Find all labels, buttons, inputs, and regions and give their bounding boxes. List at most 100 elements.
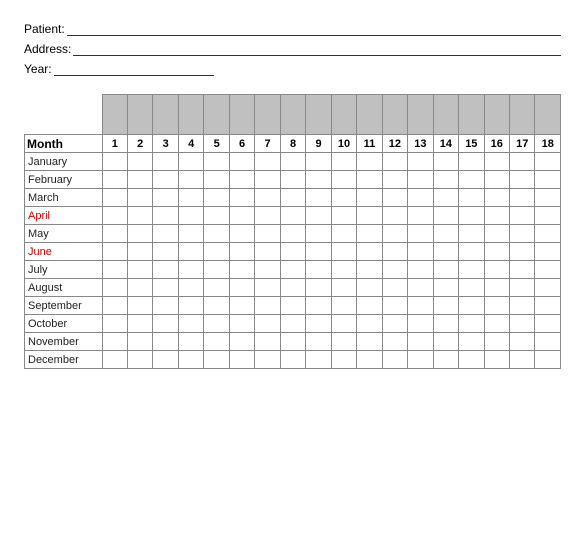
cell-october-1[interactable] — [102, 315, 127, 333]
cell-november-4[interactable] — [178, 333, 203, 351]
cell-december-10[interactable] — [331, 351, 356, 369]
cell-november-12[interactable] — [382, 333, 407, 351]
cell-november-13[interactable] — [408, 333, 433, 351]
cell-august-12[interactable] — [382, 279, 407, 297]
cell-october-5[interactable] — [204, 315, 229, 333]
cell-june-7[interactable] — [255, 243, 280, 261]
cell-june-6[interactable] — [229, 243, 254, 261]
cell-march-14[interactable] — [433, 189, 458, 207]
cell-september-13[interactable] — [408, 297, 433, 315]
cell-september-15[interactable] — [459, 297, 484, 315]
cell-january-2[interactable] — [127, 153, 152, 171]
cell-may-15[interactable] — [459, 225, 484, 243]
cell-september-3[interactable] — [153, 297, 178, 315]
cell-september-9[interactable] — [306, 297, 331, 315]
cell-january-8[interactable] — [280, 153, 305, 171]
cell-august-11[interactable] — [357, 279, 382, 297]
address-input[interactable] — [73, 40, 561, 56]
cell-january-5[interactable] — [204, 153, 229, 171]
cell-august-5[interactable] — [204, 279, 229, 297]
cell-july-18[interactable] — [535, 261, 561, 279]
cell-march-17[interactable] — [510, 189, 535, 207]
cell-june-15[interactable] — [459, 243, 484, 261]
cell-june-9[interactable] — [306, 243, 331, 261]
cell-may-7[interactable] — [255, 225, 280, 243]
cell-june-4[interactable] — [178, 243, 203, 261]
cell-october-3[interactable] — [153, 315, 178, 333]
cell-february-13[interactable] — [408, 171, 433, 189]
cell-september-12[interactable] — [382, 297, 407, 315]
cell-september-6[interactable] — [229, 297, 254, 315]
cell-december-18[interactable] — [535, 351, 561, 369]
cell-february-5[interactable] — [204, 171, 229, 189]
cell-july-6[interactable] — [229, 261, 254, 279]
cell-april-12[interactable] — [382, 207, 407, 225]
cell-april-17[interactable] — [510, 207, 535, 225]
cell-september-14[interactable] — [433, 297, 458, 315]
cell-july-7[interactable] — [255, 261, 280, 279]
cell-march-5[interactable] — [204, 189, 229, 207]
cell-march-13[interactable] — [408, 189, 433, 207]
cell-january-14[interactable] — [433, 153, 458, 171]
cell-may-2[interactable] — [127, 225, 152, 243]
cell-september-16[interactable] — [484, 297, 509, 315]
cell-march-12[interactable] — [382, 189, 407, 207]
cell-july-12[interactable] — [382, 261, 407, 279]
cell-november-2[interactable] — [127, 333, 152, 351]
cell-july-16[interactable] — [484, 261, 509, 279]
cell-april-6[interactable] — [229, 207, 254, 225]
cell-november-9[interactable] — [306, 333, 331, 351]
cell-july-17[interactable] — [510, 261, 535, 279]
cell-october-17[interactable] — [510, 315, 535, 333]
cell-september-2[interactable] — [127, 297, 152, 315]
cell-june-18[interactable] — [535, 243, 561, 261]
cell-april-18[interactable] — [535, 207, 561, 225]
cell-september-10[interactable] — [331, 297, 356, 315]
cell-june-3[interactable] — [153, 243, 178, 261]
cell-september-18[interactable] — [535, 297, 561, 315]
cell-october-12[interactable] — [382, 315, 407, 333]
cell-may-5[interactable] — [204, 225, 229, 243]
cell-december-1[interactable] — [102, 351, 127, 369]
cell-july-15[interactable] — [459, 261, 484, 279]
cell-july-2[interactable] — [127, 261, 152, 279]
cell-june-16[interactable] — [484, 243, 509, 261]
cell-march-11[interactable] — [357, 189, 382, 207]
cell-november-7[interactable] — [255, 333, 280, 351]
cell-april-16[interactable] — [484, 207, 509, 225]
cell-october-15[interactable] — [459, 315, 484, 333]
cell-february-11[interactable] — [357, 171, 382, 189]
cell-november-10[interactable] — [331, 333, 356, 351]
cell-august-1[interactable] — [102, 279, 127, 297]
cell-march-15[interactable] — [459, 189, 484, 207]
cell-december-8[interactable] — [280, 351, 305, 369]
cell-january-17[interactable] — [510, 153, 535, 171]
cell-october-11[interactable] — [357, 315, 382, 333]
cell-march-18[interactable] — [535, 189, 561, 207]
cell-october-13[interactable] — [408, 315, 433, 333]
cell-march-4[interactable] — [178, 189, 203, 207]
cell-march-9[interactable] — [306, 189, 331, 207]
cell-february-12[interactable] — [382, 171, 407, 189]
cell-july-14[interactable] — [433, 261, 458, 279]
cell-march-3[interactable] — [153, 189, 178, 207]
cell-october-2[interactable] — [127, 315, 152, 333]
cell-may-16[interactable] — [484, 225, 509, 243]
cell-october-8[interactable] — [280, 315, 305, 333]
cell-april-11[interactable] — [357, 207, 382, 225]
cell-april-14[interactable] — [433, 207, 458, 225]
cell-january-3[interactable] — [153, 153, 178, 171]
cell-october-9[interactable] — [306, 315, 331, 333]
cell-december-3[interactable] — [153, 351, 178, 369]
cell-september-7[interactable] — [255, 297, 280, 315]
patient-input[interactable] — [67, 20, 561, 36]
cell-december-9[interactable] — [306, 351, 331, 369]
cell-february-7[interactable] — [255, 171, 280, 189]
cell-may-17[interactable] — [510, 225, 535, 243]
cell-august-3[interactable] — [153, 279, 178, 297]
cell-may-10[interactable] — [331, 225, 356, 243]
cell-october-10[interactable] — [331, 315, 356, 333]
cell-may-13[interactable] — [408, 225, 433, 243]
cell-november-3[interactable] — [153, 333, 178, 351]
cell-july-1[interactable] — [102, 261, 127, 279]
